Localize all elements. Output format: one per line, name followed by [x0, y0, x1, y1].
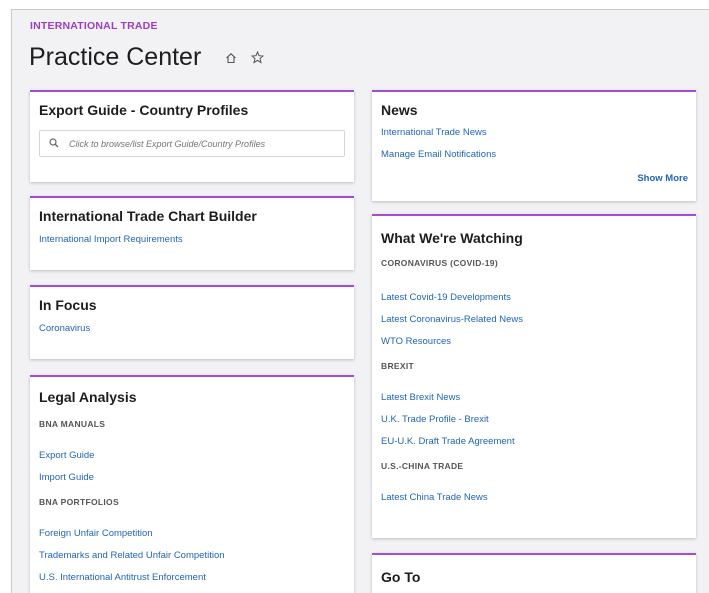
- brexit-heading: BREXIT: [381, 361, 414, 371]
- practice-center-page: INTERNATIONAL TRADE Practice Center Expo…: [11, 9, 709, 593]
- bna-portfolios-heading: BNA PORTFOLIOS: [39, 497, 119, 507]
- brexit-news-link[interactable]: Latest Brexit News: [381, 392, 687, 403]
- import-guide-link[interactable]: Import Guide: [39, 472, 345, 483]
- show-more-link[interactable]: Show More: [637, 173, 688, 184]
- uk-trade-profile-link[interactable]: U.K. Trade Profile - Brexit: [381, 414, 687, 425]
- export-guide-card: Export Guide - Country Profiles: [30, 90, 354, 182]
- page-title: Practice Center: [29, 43, 202, 71]
- covid-developments-link[interactable]: Latest Covid-19 Developments: [381, 292, 687, 303]
- trade-news-link[interactable]: International Trade News: [381, 127, 687, 138]
- watching-title: What We're Watching: [381, 230, 523, 246]
- email-notifications-link[interactable]: Manage Email Notifications: [381, 149, 687, 160]
- section-label: INTERNATIONAL TRADE: [30, 20, 158, 32]
- chart-builder-title: International Trade Chart Builder: [39, 208, 257, 224]
- trademarks-link[interactable]: Trademarks and Related Unfair Competitio…: [39, 550, 345, 561]
- in-focus-card: In Focus Coronavirus: [30, 285, 354, 359]
- goto-title: Go To: [381, 569, 421, 585]
- goto-card: Go To: [372, 553, 696, 593]
- foreign-unfair-competition-link[interactable]: Foreign Unfair Competition: [39, 528, 345, 539]
- export-guide-title: Export Guide - Country Profiles: [39, 102, 249, 118]
- china-trade-news-link[interactable]: Latest China Trade News: [381, 492, 687, 503]
- import-requirements-link[interactable]: International Import Requirements: [39, 234, 345, 245]
- title-row: Practice Center: [29, 43, 265, 72]
- news-card: News International Trade News Manage Ema…: [372, 90, 696, 201]
- in-focus-title: In Focus: [39, 297, 97, 313]
- star-icon[interactable]: [249, 50, 265, 66]
- watching-card: What We're Watching CORONAVIRUS (COVID-1…: [372, 214, 696, 538]
- covid-heading: CORONAVIRUS (COVID-19): [381, 258, 498, 268]
- search-icon: [49, 135, 59, 153]
- home-icon[interactable]: [223, 50, 239, 66]
- us-china-heading: U.S.-CHINA TRADE: [381, 461, 464, 471]
- antitrust-enforcement-link[interactable]: U.S. International Antitrust Enforcement: [39, 572, 345, 583]
- export-guide-link[interactable]: Export Guide: [39, 450, 345, 461]
- news-title: News: [381, 102, 418, 118]
- eu-uk-agreement-link[interactable]: EU-U.K. Draft Trade Agreement: [381, 436, 687, 447]
- legal-analysis-card: Legal Analysis BNA MANUALS Export Guide …: [30, 375, 354, 593]
- coronavirus-news-link[interactable]: Latest Coronavirus-Related News: [381, 314, 687, 325]
- coronavirus-link[interactable]: Coronavirus: [39, 323, 345, 334]
- legal-analysis-title: Legal Analysis: [39, 389, 137, 405]
- chart-builder-card: International Trade Chart Builder Intern…: [30, 196, 354, 270]
- search-input[interactable]: [67, 137, 321, 150]
- wto-resources-link[interactable]: WTO Resources: [381, 336, 687, 347]
- bna-manuals-heading: BNA MANUALS: [39, 419, 106, 429]
- search-box[interactable]: [39, 130, 345, 157]
